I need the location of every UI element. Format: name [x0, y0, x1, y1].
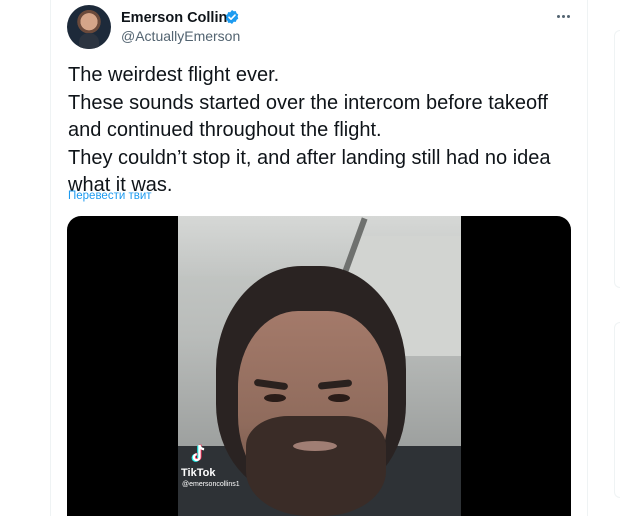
author-display-name[interactable]: Emerson Collins	[121, 9, 235, 27]
more-options-icon[interactable]	[550, 6, 576, 26]
sidebar-panel	[614, 30, 620, 288]
video-frame: TikTok @emersoncollins1	[178, 216, 461, 516]
tweet-text: The weirdest flight ever. These sounds s…	[68, 64, 551, 196]
tweet-video[interactable]: TikTok @emersoncollins1	[67, 216, 571, 516]
translate-tweet-link[interactable]: Перевести твит	[68, 190, 152, 202]
tiktok-logo-icon	[191, 444, 205, 462]
avatar[interactable]	[67, 5, 111, 49]
tiktok-watermark-handle: @emersoncollins1	[182, 481, 240, 488]
sidebar-panel	[614, 322, 620, 498]
author-handle[interactable]: @ActuallyEmerson	[121, 27, 240, 45]
verified-badge-icon	[225, 10, 239, 24]
tiktok-watermark: TikTok	[181, 467, 216, 479]
